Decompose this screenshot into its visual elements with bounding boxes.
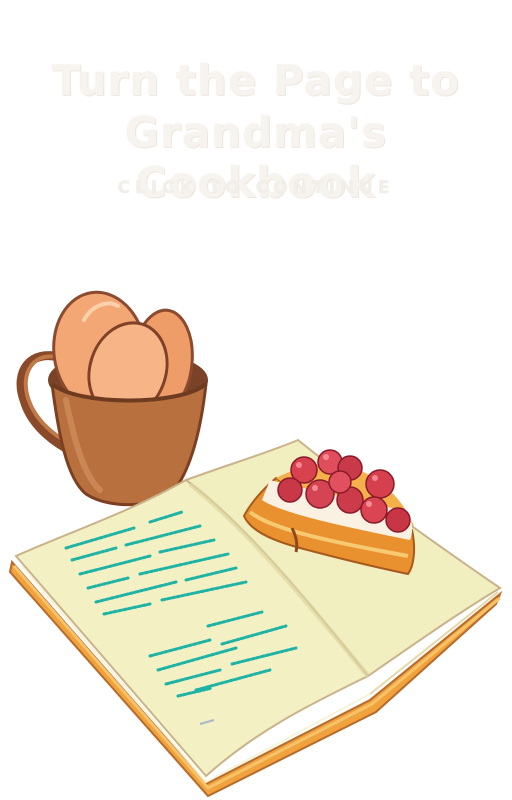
mug-of-eggs-illustration bbox=[16, 290, 208, 507]
illustration bbox=[8, 290, 503, 798]
title-screen[interactable]: Turn the Page to Grandma's Cookbook CLIC… bbox=[0, 0, 512, 800]
